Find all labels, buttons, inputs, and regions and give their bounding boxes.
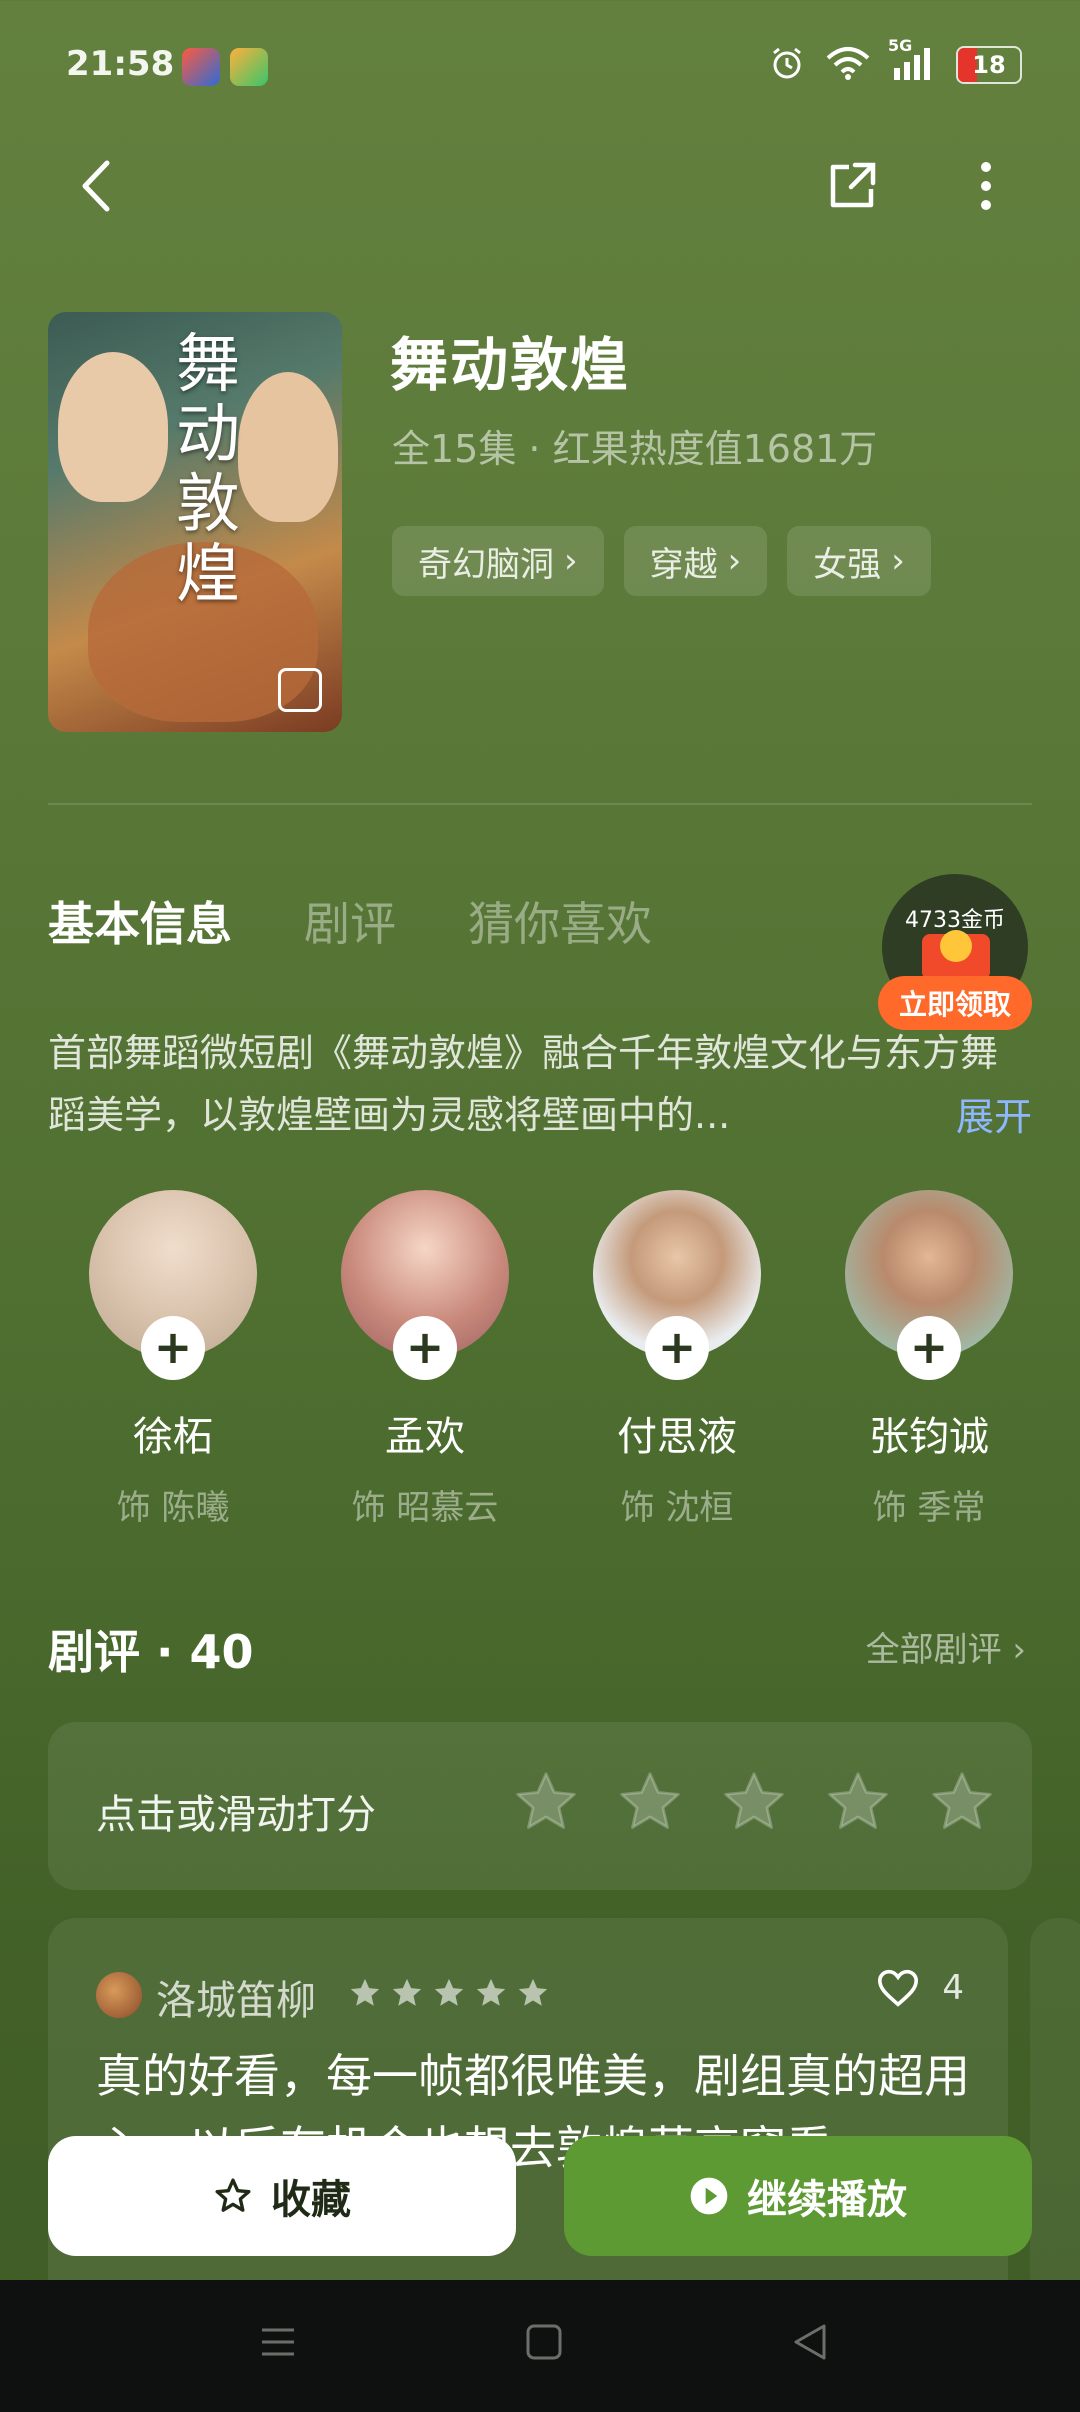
cast-role: 饰 沈桓 bbox=[620, 1488, 734, 1528]
poster-title: 舞动敦煌 bbox=[176, 328, 240, 612]
tag-chip[interactable]: 奇幻脑洞 › bbox=[392, 526, 604, 596]
star-icon bbox=[476, 1978, 506, 2006]
cast-role: 饰 昭慕云 bbox=[351, 1488, 499, 1528]
cast-name: 付思液 bbox=[617, 1414, 737, 1460]
follow-button[interactable]: + bbox=[141, 1316, 205, 1380]
wifi-icon bbox=[826, 46, 870, 84]
avatar bbox=[96, 1972, 142, 2018]
like-count: 4 bbox=[942, 1968, 964, 2008]
review-rating bbox=[348, 1976, 550, 2010]
system-nav-bar bbox=[0, 2280, 1080, 2412]
rating-card[interactable]: 点击或滑动打分 bbox=[48, 1722, 1032, 1890]
show-description: 首部舞蹈微短剧《舞动敦煌》融合千年敦煌文化与东方舞蹈美学，以敦煌壁画为灵感将壁画… bbox=[48, 1031, 999, 1137]
reviews-title: 剧评 · 40 bbox=[48, 1625, 254, 1679]
star-icon bbox=[350, 1978, 380, 2006]
show-title: 舞动敦煌 bbox=[390, 331, 631, 399]
tag-label: 女强 bbox=[813, 544, 882, 585]
cast-member[interactable]: + 付思液 饰 沈桓 bbox=[592, 1190, 762, 1529]
star-icon bbox=[392, 1978, 422, 2006]
more-button[interactable] bbox=[966, 154, 1006, 218]
avatar: + bbox=[341, 1190, 509, 1380]
heart-icon bbox=[878, 1969, 919, 2007]
tab-recommendations[interactable]: 猜你喜欢 bbox=[468, 888, 652, 954]
signal-icon: 5G bbox=[888, 36, 936, 84]
star-outline-icon bbox=[215, 2178, 251, 2212]
cast-name: 张钧诚 bbox=[869, 1414, 989, 1460]
follow-button[interactable]: + bbox=[897, 1316, 961, 1380]
tab-bar: 基本信息 剧评 猜你喜欢 bbox=[48, 888, 652, 954]
more-icon bbox=[981, 162, 991, 210]
favorite-label: 收藏 bbox=[271, 2177, 351, 2223]
all-reviews-label: 全部剧评 bbox=[865, 1630, 1002, 1670]
network-label: 5G bbox=[888, 36, 913, 55]
play-label: 继续播放 bbox=[747, 2177, 907, 2223]
review-card-next[interactable] bbox=[1030, 1918, 1080, 2318]
all-reviews-link[interactable]: 全部剧评 › bbox=[866, 1622, 1026, 1671]
play-icon bbox=[690, 2177, 728, 2215]
tab-reviews[interactable]: 剧评 bbox=[304, 888, 396, 954]
tag-list: 奇幻脑洞 › 穿越 › 女强 › bbox=[392, 526, 931, 596]
cast-member[interactable]: + 孟欢 饰 昭慕云 bbox=[340, 1190, 510, 1529]
menu-icon[interactable] bbox=[258, 2322, 298, 2362]
star-icon[interactable] bbox=[616, 1768, 684, 1836]
status-time: 21:58 bbox=[66, 44, 175, 84]
star-icon bbox=[434, 1978, 464, 2006]
star-icon[interactable] bbox=[512, 1768, 580, 1836]
rating-prompt: 点击或滑动打分 bbox=[96, 1792, 376, 1838]
continue-play-button[interactable]: 继续播放 bbox=[564, 2136, 1032, 2256]
follow-button[interactable]: + bbox=[645, 1316, 709, 1380]
avatar: + bbox=[845, 1190, 1013, 1380]
tag-label: 穿越 bbox=[649, 544, 718, 585]
battery-indicator: 18 bbox=[956, 46, 1022, 84]
follow-button[interactable]: + bbox=[393, 1316, 457, 1380]
show-poster[interactable]: 舞动敦煌 bbox=[48, 312, 342, 732]
gallery-icon bbox=[278, 668, 322, 712]
tag-label: 奇幻脑洞 bbox=[418, 544, 554, 585]
gold-coin-icon bbox=[940, 930, 972, 962]
chevron-right-icon: › bbox=[564, 541, 578, 581]
cast-role: 饰 陈曦 bbox=[116, 1488, 230, 1528]
cast-member[interactable]: + 徐柘 饰 陈曦 bbox=[88, 1190, 258, 1529]
review-username: 洛城笛柳 bbox=[156, 1978, 316, 2024]
chevron-right-icon: › bbox=[727, 541, 742, 581]
tab-basic-info[interactable]: 基本信息 bbox=[48, 888, 232, 954]
chevron-right-icon: › bbox=[1012, 1630, 1026, 1670]
share-button[interactable] bbox=[820, 154, 884, 218]
home-icon[interactable] bbox=[524, 2322, 564, 2362]
divider bbox=[48, 803, 1032, 805]
tag-chip[interactable]: 女强 › bbox=[787, 526, 931, 596]
show-meta: 全15集 · 红果热度值1681万 bbox=[392, 427, 878, 471]
battery-level: 18 bbox=[972, 51, 1006, 79]
favorite-button[interactable]: 收藏 bbox=[48, 2136, 516, 2256]
star-icon[interactable] bbox=[824, 1768, 892, 1836]
avatar: + bbox=[89, 1190, 257, 1380]
like-button[interactable]: 4 bbox=[876, 1968, 964, 2008]
share-icon bbox=[830, 162, 876, 208]
notification-app-icon bbox=[182, 48, 220, 86]
alarm-icon bbox=[768, 44, 806, 86]
back-icon bbox=[82, 160, 110, 212]
review-card[interactable]: 洛城笛柳 4 真的好看，每一帧都很唯美，剧组真的超用心，以后有机会也想去敦煌莫高… bbox=[48, 1918, 1008, 2318]
cast-name: 徐柘 bbox=[133, 1414, 213, 1460]
expand-link[interactable]: 展开 bbox=[956, 1086, 1032, 1141]
notification-app-icon bbox=[230, 48, 268, 86]
back-button[interactable] bbox=[68, 158, 124, 214]
nav-back-icon[interactable] bbox=[790, 2322, 830, 2362]
avatar: + bbox=[593, 1190, 761, 1380]
cast-role: 饰 季常 bbox=[872, 1488, 986, 1528]
status-icons: 5G 18 bbox=[768, 36, 1022, 86]
star-icon[interactable] bbox=[928, 1768, 996, 1836]
tag-chip[interactable]: 穿越 › bbox=[623, 526, 768, 596]
cast-name: 孟欢 bbox=[385, 1414, 465, 1460]
cast-member[interactable]: + 张钧诚 饰 季常 bbox=[844, 1190, 1014, 1529]
rating-stars[interactable] bbox=[512, 1768, 996, 1836]
star-icon[interactable] bbox=[720, 1768, 788, 1836]
chevron-right-icon: › bbox=[891, 541, 905, 581]
star-icon bbox=[518, 1978, 548, 2006]
